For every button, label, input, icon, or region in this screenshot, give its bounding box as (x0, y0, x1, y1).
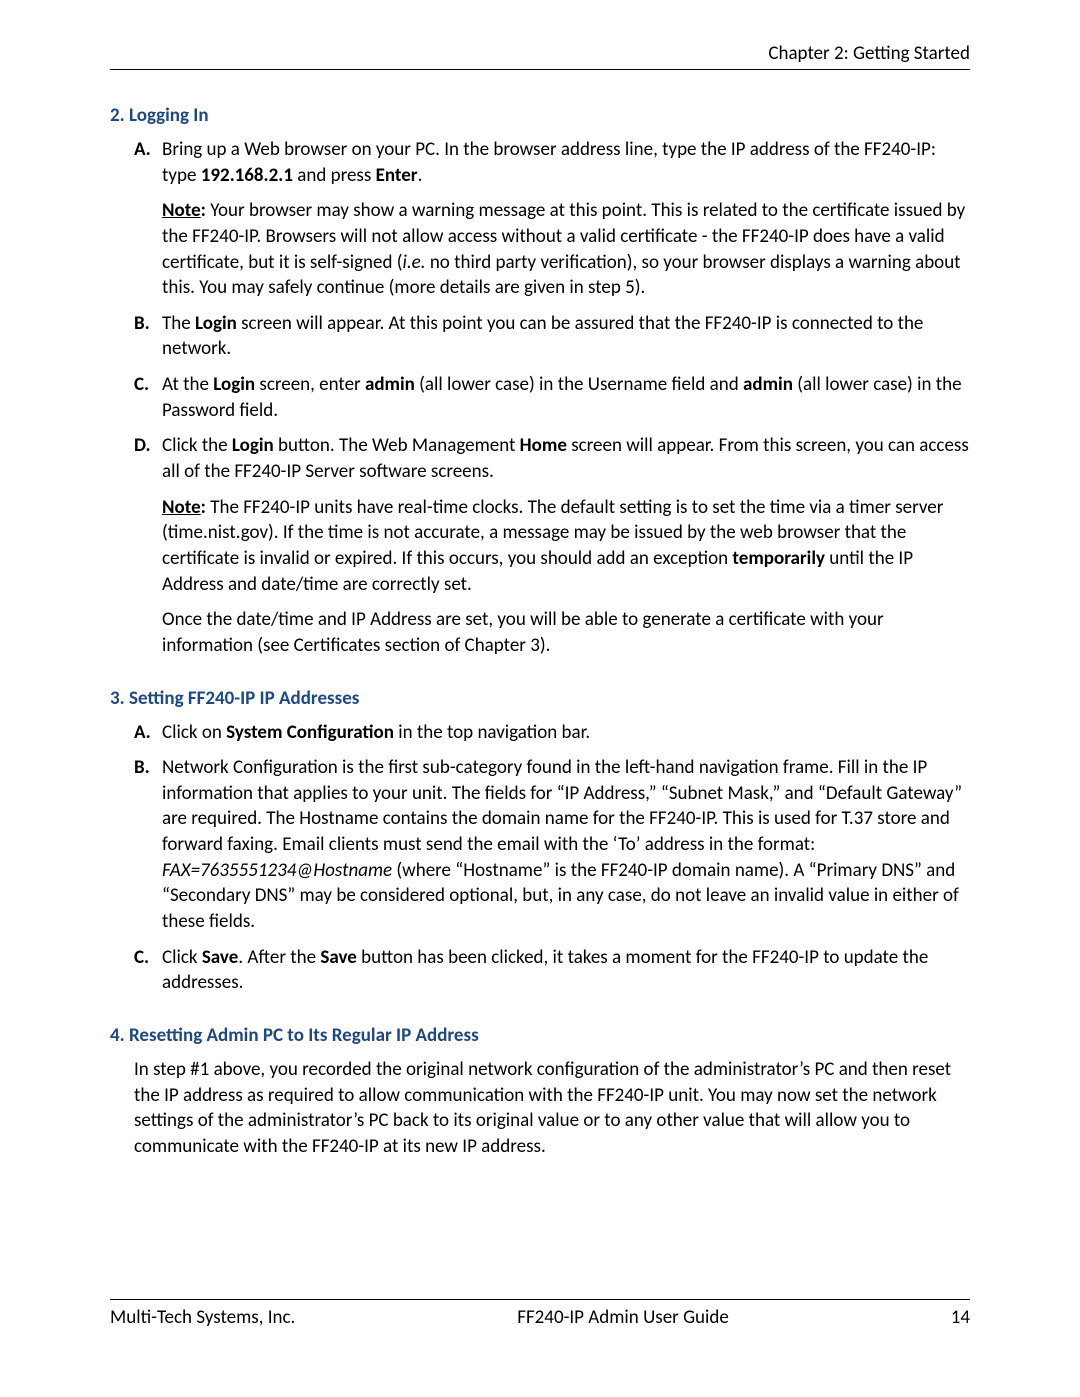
footer-right: 14 (951, 1306, 970, 1329)
section-heading-3: 3. Setting FF240-IP IP Addresses (110, 687, 970, 710)
list-item: C. At the Login screen, enter admin (all… (110, 372, 970, 423)
section-title: Setting FF240-IP IP Addresses (129, 687, 359, 710)
note-text: Note: Your browser may show a warning me… (162, 198, 970, 301)
list-item: B. The Login screen will appear. At this… (110, 311, 970, 362)
item-text: Click on System Configuration in the top… (162, 721, 590, 744)
list-section-3: A. Click on System Configuration in the … (110, 720, 970, 996)
chapter-header: Chapter 2: Getting Started (110, 42, 970, 70)
item-text: The Login screen will appear. At this po… (162, 312, 923, 361)
section-number: 3. (110, 687, 125, 710)
letter-marker: A. (134, 137, 151, 163)
page-footer: Multi-Tech Systems, Inc. FF240-IP Admin … (110, 1299, 970, 1329)
section-heading-4: 4. Resetting Admin PC to Its Regular IP … (110, 1024, 970, 1047)
list-item: D. Click the Login button. The Web Manag… (110, 433, 970, 658)
footer-center: FF240-IP Admin User Guide (517, 1306, 729, 1329)
section-number: 2. (110, 104, 125, 127)
note-text: Note: The FF240-IP units have real-time … (162, 495, 970, 598)
letter-marker: C. (134, 372, 149, 398)
list-section-2: A. Bring up a Web browser on your PC. In… (110, 137, 970, 659)
item-text: At the Login screen, enter admin (all lo… (162, 373, 962, 422)
footer-left: Multi-Tech Systems, Inc. (110, 1306, 295, 1329)
section-title: Resetting Admin PC to Its Regular IP Add… (129, 1024, 479, 1047)
list-item: A. Bring up a Web browser on your PC. In… (110, 137, 970, 301)
section-heading-2: 2. Logging In (110, 104, 970, 127)
letter-marker: D. (134, 433, 151, 459)
item-text: Once the date/time and IP Address are se… (162, 607, 970, 658)
list-item: C. Click Save. After the Save button has… (110, 945, 970, 996)
section-body: In step #1 above, you recorded the origi… (134, 1057, 970, 1160)
letter-marker: B. (134, 311, 150, 337)
item-text: Click the Login button. The Web Manageme… (162, 434, 969, 483)
item-text: Bring up a Web browser on your PC. In th… (162, 138, 936, 187)
letter-marker: C. (134, 945, 149, 971)
letter-marker: A. (134, 720, 151, 746)
item-text: Network Configuration is the first sub-c… (162, 756, 962, 933)
letter-marker: B. (134, 755, 150, 781)
list-item: A. Click on System Configuration in the … (110, 720, 970, 746)
item-text: Click Save. After the Save button has be… (162, 946, 928, 995)
manual-page: Chapter 2: Getting Started 2. Logging In… (0, 0, 1080, 1397)
section-number: 4. (110, 1024, 125, 1047)
list-item: B. Network Configuration is the first su… (110, 755, 970, 934)
section-title: Logging In (129, 104, 209, 127)
